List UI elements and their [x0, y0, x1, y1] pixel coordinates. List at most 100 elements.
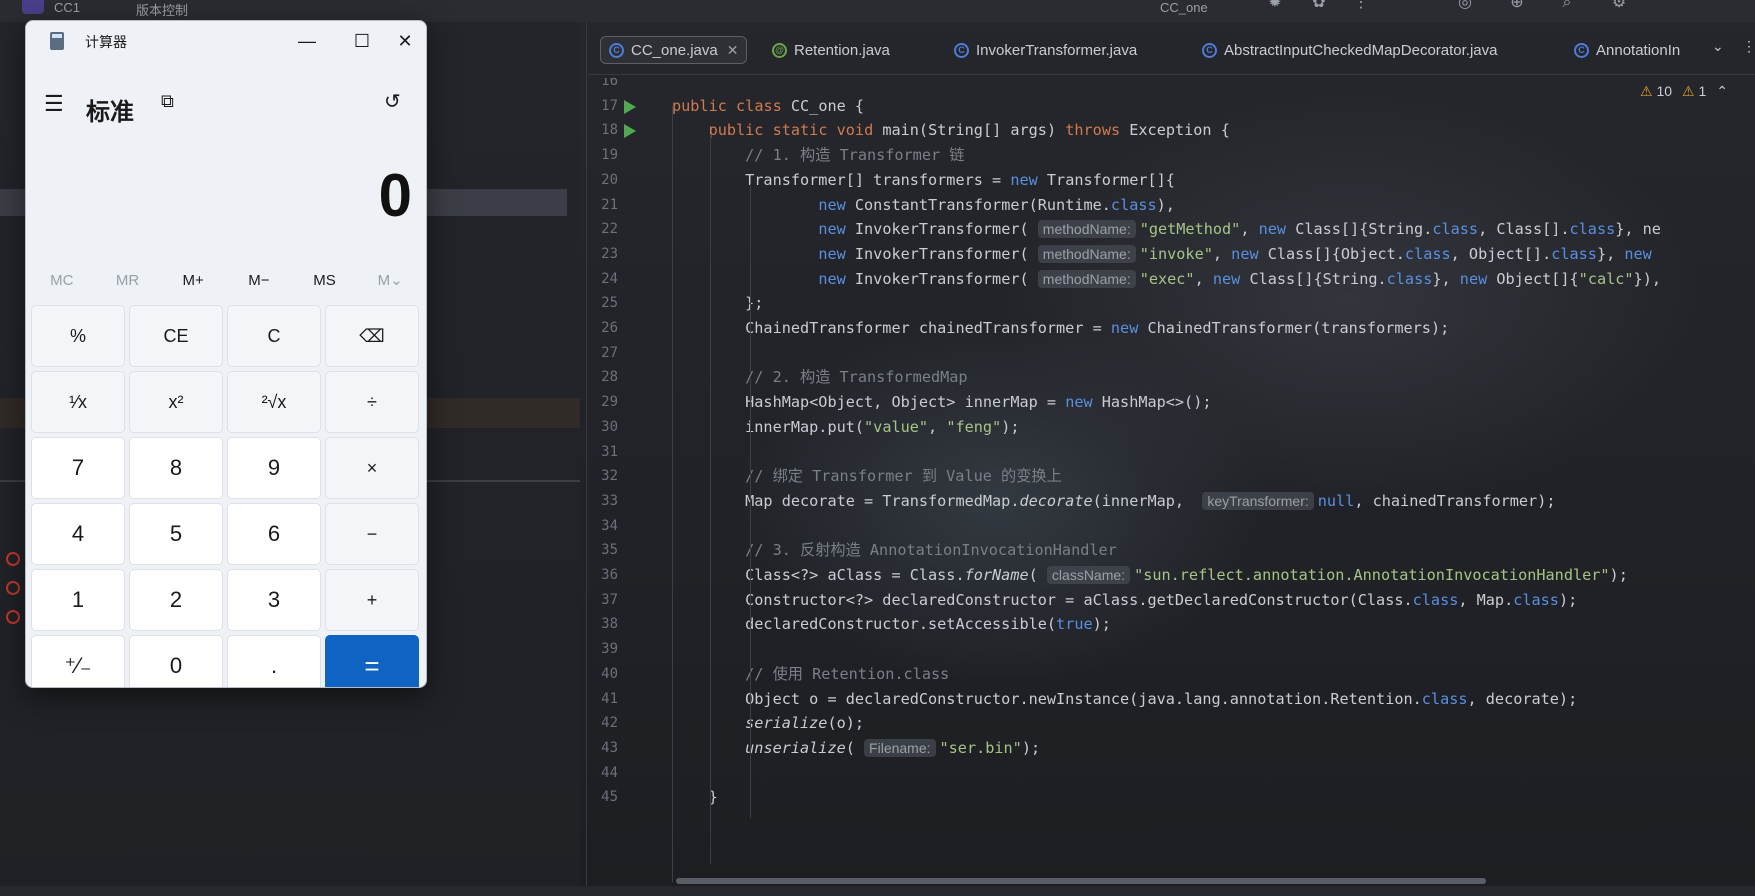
tab-invoker-transformer[interactable]: C InvokerTransformer.java	[946, 36, 1145, 64]
tab-cc-one[interactable]: C CC_one.java ✕	[600, 36, 748, 64]
hamburger-menu-icon[interactable]: ☰	[44, 91, 66, 117]
digit-0-key[interactable]: 0	[129, 635, 223, 687]
bug-icon[interactable]: ✿	[1310, 0, 1328, 12]
ai-icon[interactable]: ◎	[1456, 0, 1474, 12]
minimize-icon[interactable]: —	[284, 25, 330, 57]
code-line[interactable]: 27	[588, 340, 1755, 367]
tab-retention[interactable]: @ Retention.java	[764, 36, 898, 64]
chevron-down-icon[interactable]: ⌄	[1712, 38, 1724, 55]
breakpoint-icon[interactable]	[6, 552, 20, 566]
code-line[interactable]: 40 // 使用 Retention.class	[588, 661, 1755, 688]
code-line[interactable]: 44	[588, 760, 1755, 787]
code-line[interactable]: 19 // 1. 构造 Transformer 链	[588, 142, 1755, 169]
divide-key[interactable]: ÷	[325, 371, 419, 433]
run-gutter-icon[interactable]	[624, 99, 636, 114]
search-icon[interactable]: ⌕	[1558, 0, 1576, 12]
code-line[interactable]: 25 };	[588, 290, 1755, 317]
code-line[interactable]: 17 public class CC_one {	[588, 93, 1755, 120]
digit-6-key[interactable]: 6	[227, 503, 321, 565]
memory-button[interactable]: M+	[160, 265, 226, 297]
line-number: 43	[601, 739, 618, 756]
sqrt-key[interactable]: ²√x	[227, 371, 321, 433]
tab-annotation-invocation-handler[interactable]: C AnnotationIn	[1566, 36, 1688, 64]
digit-1-key[interactable]: 1	[31, 569, 125, 631]
vcs-label[interactable]: 版本控制	[136, 0, 188, 19]
code-line[interactable]: 37 Constructor<?> declaredConstructor = …	[588, 587, 1755, 614]
horizontal-scrollbar[interactable]	[676, 878, 1486, 884]
code-line[interactable]: 20 Transformer[] transformers = new Tran…	[588, 167, 1755, 194]
reciprocal-key[interactable]: ¹⁄x	[31, 371, 125, 433]
breakpoint-icon[interactable]	[6, 610, 20, 624]
settings-icon[interactable]: ⚙	[1610, 0, 1628, 12]
digit-7-key[interactable]: 7	[31, 437, 125, 499]
code-text: HashMap<Object, Object> innerMap = new H…	[672, 393, 1212, 412]
code-line[interactable]: 31	[588, 439, 1755, 466]
digit-4-key[interactable]: 4	[31, 503, 125, 565]
project-name[interactable]: CC1	[54, 0, 80, 15]
multiply-key[interactable]: ×	[325, 437, 419, 499]
add-key[interactable]: +	[325, 569, 419, 631]
tab-label: AnnotationIn	[1596, 41, 1681, 59]
code-line[interactable]: 21 new ConstantTransformer(Runtime.class…	[588, 192, 1755, 219]
negate-key[interactable]: ⁺⁄₋	[31, 635, 125, 687]
editor-splitter[interactable]	[586, 22, 587, 896]
equals-key[interactable]: =	[325, 635, 419, 687]
history-icon[interactable]: ↺	[384, 89, 406, 113]
digit-9-key[interactable]: 9	[227, 437, 321, 499]
maximize-icon[interactable]: ☐	[339, 25, 385, 57]
code-line[interactable]: 28 // 2. 构造 TransformedMap	[588, 364, 1755, 391]
square-key[interactable]: x²	[129, 371, 223, 433]
code-line[interactable]: 24 new InvokerTransformer( methodName: "e…	[588, 266, 1755, 293]
line-number: 21	[601, 196, 618, 213]
code-line[interactable]: 30 innerMap.put("value", "feng");	[588, 414, 1755, 441]
code-line[interactable]: 29 HashMap<Object, Object> innerMap = ne…	[588, 389, 1755, 416]
code-line[interactable]: 39	[588, 636, 1755, 663]
line-number: 35	[601, 542, 618, 559]
code-line[interactable]: 45 }	[588, 784, 1755, 811]
code-line[interactable]: 18 public static void main(String[] args…	[588, 117, 1755, 144]
code-line[interactable]: 34	[588, 513, 1755, 540]
clear-entry-key[interactable]: CE	[129, 305, 223, 367]
digit-3-key[interactable]: 3	[227, 569, 321, 631]
code-line[interactable]: 36 Class<?> aClass = Class.forName( clas…	[588, 562, 1755, 589]
debug-icon[interactable]: ✹	[1266, 0, 1284, 12]
code-line[interactable]: 43 unserialize( Filename: "ser.bin");	[588, 735, 1755, 762]
code-line[interactable]: 33 Map decorate = TransformedMap.decorat…	[588, 488, 1755, 515]
calculator-title-bar[interactable]: 计算器 — ☐ ✕	[26, 21, 426, 61]
code-line[interactable]: 35 // 3. 反射构造 AnnotationInvocationHandle…	[588, 537, 1755, 564]
digit-2-key[interactable]: 2	[129, 569, 223, 631]
code-text: serialize(o);	[745, 714, 865, 733]
percent-key[interactable]: %	[31, 305, 125, 367]
tab-label: CC_one.java	[631, 41, 718, 59]
clear-key[interactable]: C	[227, 305, 321, 367]
more-icon[interactable]: ⋮	[1352, 0, 1370, 12]
code-text: Transformer[] transformers = new Transfo…	[672, 170, 1175, 189]
memory-button[interactable]: MS	[292, 265, 358, 297]
code-line[interactable]: 26 ChainedTransformer chainedTransformer…	[588, 315, 1755, 342]
keep-on-top-icon[interactable]: ⧉	[161, 91, 181, 111]
breakpoint-icon[interactable]	[6, 581, 20, 595]
project-badge[interactable]	[22, 0, 44, 14]
backspace-key[interactable]: ⌫	[325, 305, 419, 367]
code-editor[interactable]: 16 17 public class CC_one {18 public stati…	[588, 78, 1755, 882]
more-icon[interactable]: ⋮	[1742, 38, 1755, 55]
add-user-icon[interactable]: ⊕	[1508, 0, 1526, 12]
run-config-label[interactable]: CC_one	[1160, 0, 1208, 15]
code-line[interactable]: 41 Object o = declaredConstructor.newIns…	[588, 686, 1755, 713]
code-text: unserialize( Filename: "ser.bin");	[745, 738, 1041, 757]
code-line[interactable]: 23 new InvokerTransformer( methodName: "i…	[588, 241, 1755, 268]
code-line[interactable]: 42 serialize(o);	[588, 710, 1755, 737]
code-line[interactable]: 38 declaredConstructor.setAccessible(tru…	[588, 611, 1755, 638]
code-line[interactable]: 22 new InvokerTransformer( methodName: "g…	[588, 216, 1755, 243]
close-icon[interactable]: ✕	[382, 25, 426, 57]
tab-abstract-input-checked-map-decorator[interactable]: C AbstractInputCheckedMapDecorator.java	[1194, 36, 1505, 64]
decimal-key[interactable]: .	[227, 635, 321, 687]
close-icon[interactable]: ✕	[727, 42, 739, 59]
subtract-key[interactable]: −	[325, 503, 419, 565]
memory-button[interactable]: M−	[226, 265, 292, 297]
digit-8-key[interactable]: 8	[129, 437, 223, 499]
digit-5-key[interactable]: 5	[129, 503, 223, 565]
code-line[interactable]: 32 // 绑定 Transformer 到 Value 的变换上	[588, 463, 1755, 490]
run-gutter-icon[interactable]	[624, 124, 636, 139]
tab-label: InvokerTransformer.java	[976, 41, 1138, 59]
